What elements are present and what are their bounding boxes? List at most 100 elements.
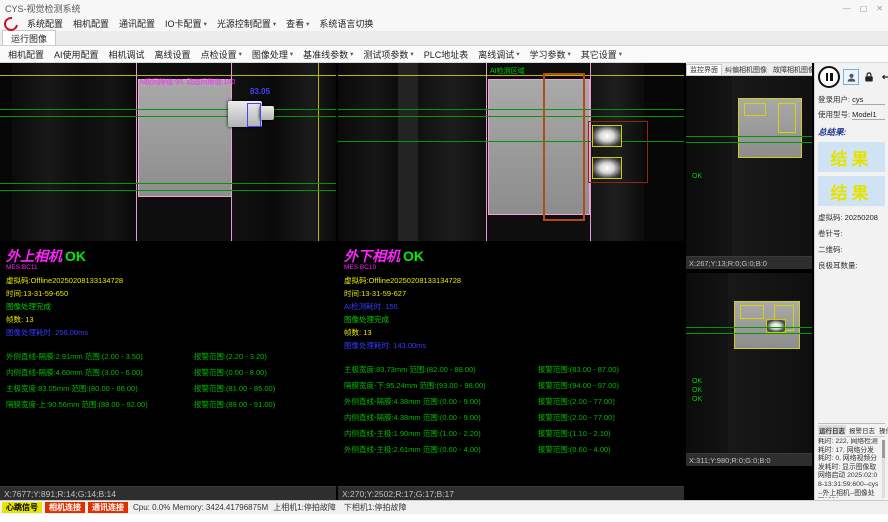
menu-item-label: 通讯配置 — [119, 17, 155, 30]
camera-info-line: 图像处理耗时: 143.00ms — [344, 339, 678, 352]
info-field-2: 二维码: — [818, 245, 885, 254]
toolbar-item-3[interactable]: 离线设置 — [150, 48, 196, 61]
camera-mes-code: MES:BC10 — [344, 264, 678, 271]
tab-run-image[interactable]: 运行图像 — [2, 30, 56, 45]
user-login-button[interactable] — [843, 69, 859, 85]
login-user-label: 登录用户: — [818, 94, 850, 105]
toolbar-item-6[interactable]: 基准线参数▾ — [298, 48, 358, 61]
toolbar-item-1[interactable]: AI使用配置 — [49, 48, 104, 61]
toolbar-item-label: 图像处理 — [252, 48, 288, 61]
status-badge-1: 相机连接 — [45, 502, 85, 513]
chevron-down-icon: ▾ — [568, 50, 571, 58]
pixel-coordinate-readout: X:311;Y:980;R:0;G:0;B:0 — [686, 453, 812, 466]
aux-ok-line: OK — [692, 395, 702, 404]
measurement-alarm-range: 报警范围:(83.00 - 87.00) — [538, 362, 678, 378]
status-badge-0: 心跳信号 — [2, 502, 42, 513]
log-text: 耗时: 222, 网络检测耗时: 17, 网络分发耗时: 0, 网络视频分发耗时… — [818, 438, 880, 498]
measurement-row: 内侧直线-隔膜:4.60mm 范围:(3.00 - 6.00)报警范围:(0.0… — [6, 365, 330, 381]
control-panel: 登录用户: cys 使用型号: Model1 总结果: 结果 结果 虚拟码:20… — [814, 63, 888, 500]
aux-status-text: OK — [692, 172, 702, 181]
aux-view-tab-2[interactable]: 故障相机图像 — [770, 65, 812, 75]
camera-result-header: 外下相机OK — [344, 249, 678, 264]
measurement-alarm-range: 报警范围:(2.00 - 77.00) — [538, 394, 678, 410]
camera-viewport-lower[interactable]: AI检测区域 — [338, 63, 684, 241]
log-panel: 运行日志报警日志操作日志 耗时: 222, 网络检测耗时: 17, 网络分发耗时… — [818, 423, 885, 498]
measurement-row: 外侧直线-主极:2.61mm 范围:(0.60 - 4.00)报警范围:(0.6… — [344, 442, 678, 458]
machine-body — [686, 273, 728, 453]
lock-button[interactable] — [862, 70, 876, 84]
menu-item-3[interactable]: IO卡配置▾ — [160, 17, 212, 30]
aux-view-tab-0[interactable]: 监控界面 — [686, 64, 722, 75]
menu-item-label: 系统语言切换 — [319, 17, 373, 30]
ai-roi-box-orange — [543, 73, 585, 221]
measurement-alarm-range: 报警范围:(0.60 - 4.00) — [538, 442, 678, 458]
camera-viewport-upper[interactable]: N极间隙值:93, 动态间隙值:100 83.05 — [0, 63, 336, 241]
measurement-value: 内侧直线-主极:1.90mm 范围:(1.00 - 2.20) — [344, 426, 538, 442]
toolbar-item-label: 离线设置 — [155, 48, 191, 61]
total-result-label: 总结果: — [818, 126, 885, 138]
minimize-button[interactable]: — — [843, 4, 851, 13]
aux-camera-viewport-2[interactable]: OKOKOK — [686, 273, 812, 453]
pixel-coordinate-readout: X:270;Y:2502;R:17;G:17;B:17 — [338, 486, 684, 500]
pause-button[interactable] — [818, 66, 840, 88]
toolbar-item-0[interactable]: 相机配置 — [3, 48, 49, 61]
measurement-value: 隔膜宽度-上:90.56mm 范围:(88.00 - 92.00) — [6, 397, 194, 413]
menu-item-4[interactable]: 光源控制配置▾ — [212, 17, 281, 30]
machine-body — [232, 63, 336, 241]
toolbar-items: 相机配置AI使用配置相机调试离线设置点检设置▾图像处理▾基准线参数▾测试项参数▾… — [3, 48, 627, 61]
machine-body — [338, 63, 398, 241]
info-field-0: 虚拟码:20250208 — [818, 213, 885, 222]
menu-item-5[interactable]: 查看▾ — [281, 17, 314, 30]
machine-shadow — [644, 63, 684, 241]
aux-view-tab-1[interactable]: 纠偏相机图像 — [722, 65, 770, 75]
log-tab-0[interactable]: 运行日志 — [818, 425, 846, 435]
toolbar-item-4[interactable]: 点检设置▾ — [196, 48, 247, 61]
toolbar-item-label: 其它设置 — [581, 48, 617, 61]
log-tabs: 运行日志报警日志操作日志 — [818, 425, 885, 437]
toolbar-item-5[interactable]: 图像处理▾ — [247, 48, 298, 61]
menu-item-label: 查看 — [286, 17, 304, 30]
menubar: 系统配置相机配置通讯配置 IO卡配置▾光源控制配置▾查看▾ 系统语言切换 — [0, 16, 888, 31]
info-field-value: 20250208 — [845, 213, 878, 222]
toolbar-item-10[interactable]: 学习参数▾ — [524, 48, 575, 61]
menu-item-2[interactable]: 通讯配置 — [114, 17, 160, 30]
log-tab-1[interactable]: 报警日志 — [848, 425, 876, 435]
bright-spot — [592, 125, 622, 147]
log-tab-2[interactable]: 操作日志 — [878, 425, 888, 435]
measure-line-green — [686, 327, 812, 328]
tab-connector-tip — [260, 106, 274, 120]
model-field[interactable]: Model1 — [852, 110, 885, 120]
maximize-button[interactable]: ▢ — [860, 4, 868, 13]
camera-view-upper-outer: N极间隙值:93, 动态间隙值:100 83.05 外上相机OKMES:BC11… — [0, 63, 336, 500]
aux-camera-column: 监控界面纠偏相机图像故障相机图像 OK X:267;Y:13;R:0;G:0;B… — [686, 63, 812, 500]
measurement-value: 外侧直线-隔膜:2.91mm 范围:(2.00 - 3.50) — [6, 349, 194, 365]
logout-button[interactable] — [879, 70, 888, 84]
measurement-row: 主极宽度:83.73mm 范围:(82.00 - 88.00)报警范围:(83.… — [344, 362, 678, 378]
measurement-row: 外侧直线-隔膜:4.38mm 范围:(0.00 - 9.00)报警范围:(2.0… — [344, 394, 678, 410]
toolbar-item-7[interactable]: 测试项参数▾ — [358, 48, 418, 61]
log-scrollbar[interactable] — [882, 440, 885, 498]
pause-icon — [830, 73, 833, 81]
pause-icon — [826, 73, 829, 81]
aux-camera-viewport-1[interactable]: OK — [686, 76, 812, 256]
pixel-coordinate-readout: X:267;Y:13;R:0;G:0;B:0 — [686, 256, 812, 269]
menu-items: 系统配置相机配置通讯配置 IO卡配置▾光源控制配置▾查看▾ 系统语言切换 — [22, 17, 378, 30]
toolbar-item-label: 测试项参数 — [363, 48, 408, 61]
menu-item-0[interactable]: 系统配置 — [22, 17, 68, 30]
toolbar-item-11[interactable]: 其它设置▾ — [576, 48, 627, 61]
menu-item-1[interactable]: 相机配置 — [68, 17, 114, 30]
toolbar: 相机配置AI使用配置相机调试离线设置点检设置▾图像处理▾基准线参数▾测试项参数▾… — [0, 46, 888, 63]
login-user-field[interactable]: cys — [852, 95, 885, 105]
toolbar-item-2[interactable]: 相机调试 — [104, 48, 150, 61]
measure-line-green — [338, 116, 684, 117]
close-button[interactable]: ✕ — [876, 4, 883, 13]
measurement-value: 主极宽度:83.73mm 范围:(82.00 - 88.00) — [344, 362, 538, 378]
menu-item-6[interactable]: 系统语言切换 — [314, 17, 378, 30]
measurement-row: 隔膜宽度-下:95.24mm 范围:(93.00 - 98.00)报警范围:(9… — [344, 378, 678, 394]
status-badge-2: 通讯连接 — [88, 502, 128, 513]
logout-icon — [880, 71, 888, 83]
bright-spot — [592, 157, 622, 179]
menu-item-label: 相机配置 — [73, 17, 109, 30]
toolbar-item-9[interactable]: 离线调试▾ — [473, 48, 524, 61]
toolbar-item-8[interactable]: PLC地址表 — [419, 48, 474, 61]
